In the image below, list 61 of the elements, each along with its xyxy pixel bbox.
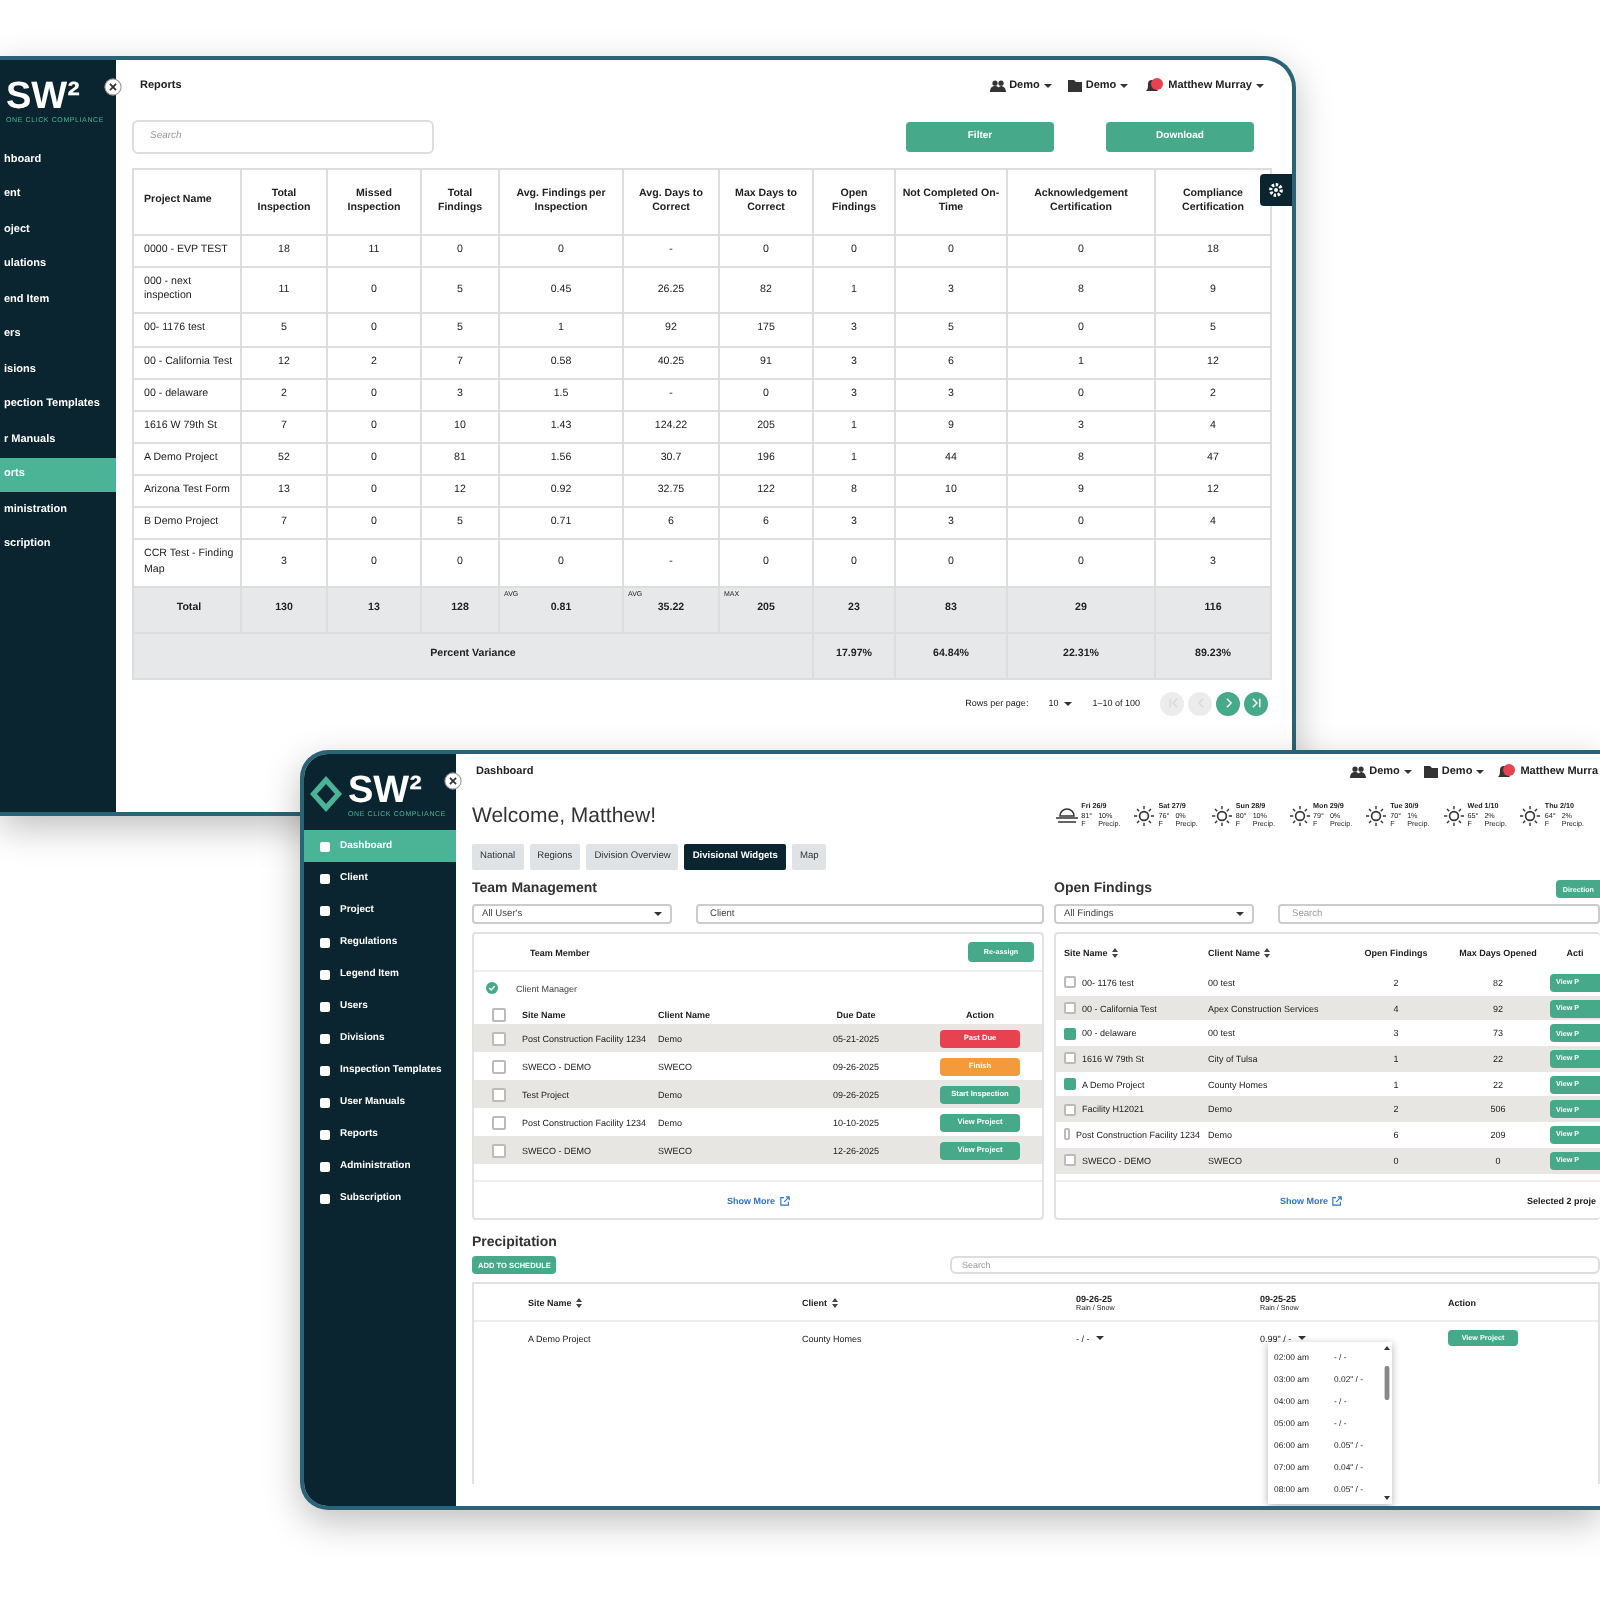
folder-icon [1067, 80, 1082, 92]
checkbox[interactable] [1064, 1128, 1070, 1141]
last-page-icon [1249, 696, 1263, 711]
cloud-icon [1055, 806, 1078, 825]
sun-icon [1443, 805, 1464, 826]
checkbox[interactable] [491, 1115, 505, 1129]
logo-text: SW² [348, 771, 424, 809]
external-link-icon [1332, 1195, 1343, 1205]
checkbox[interactable] [1064, 1002, 1076, 1015]
chevron-right-icon [1221, 696, 1235, 711]
sun-icon [1289, 805, 1309, 826]
pagination-button[interactable] [1244, 691, 1268, 716]
square-icon [320, 1097, 330, 1107]
pagination-button[interactable] [1216, 691, 1240, 716]
square-icon [320, 1001, 330, 1011]
checkbox[interactable] [491, 1143, 505, 1157]
external-link-icon [779, 1195, 789, 1205]
gear-icon [1268, 182, 1284, 198]
checkbox[interactable] [1064, 1103, 1076, 1116]
sun-icon [1520, 805, 1541, 826]
checkbox[interactable] [491, 1007, 505, 1021]
square-icon [320, 1161, 330, 1171]
sort-icon[interactable] [1264, 947, 1271, 957]
close-icon[interactable] [104, 78, 122, 96]
bell-icon[interactable] [1144, 78, 1165, 94]
sun-icon [1366, 805, 1387, 826]
square-icon [320, 1033, 330, 1043]
checkbox[interactable] [1064, 1154, 1076, 1167]
close-icon[interactable] [444, 772, 462, 790]
sort-icon[interactable] [575, 1297, 582, 1307]
sort-icon[interactable] [831, 1297, 838, 1307]
square-icon [320, 1129, 330, 1139]
square-icon [320, 873, 330, 883]
square-icon [320, 1065, 330, 1075]
chevron-left-icon [1193, 696, 1207, 711]
welcome-heading: Welcome, Matthew! [472, 804, 657, 828]
square-icon [320, 905, 330, 915]
scrollbar-drawing[interactable] [1382, 1342, 1392, 1504]
checkbox[interactable] [1064, 1078, 1076, 1091]
first-page-icon [1165, 696, 1179, 711]
check-circle-icon [486, 982, 498, 994]
checkbox[interactable] [491, 1059, 505, 1073]
bell-icon[interactable] [1496, 764, 1517, 780]
checkbox[interactable] [1064, 976, 1076, 989]
sun-icon [1134, 805, 1155, 826]
square-icon [320, 969, 330, 979]
checkbox[interactable] [1064, 1052, 1076, 1065]
square-icon [320, 937, 330, 947]
square-icon [320, 1193, 330, 1203]
users-icon [989, 80, 1006, 92]
logo-text: SW² [6, 77, 82, 115]
sun-icon [1211, 805, 1232, 826]
sort-icon[interactable] [1111, 947, 1118, 957]
checkbox[interactable] [491, 1087, 505, 1101]
diamond-logo-icon [310, 776, 342, 812]
checkbox[interactable] [491, 1031, 505, 1045]
square-icon [320, 841, 330, 851]
folder-icon [1423, 766, 1438, 778]
checkbox[interactable] [1064, 1027, 1076, 1040]
users-icon [1349, 766, 1366, 778]
settings-button[interactable] [1260, 174, 1292, 206]
